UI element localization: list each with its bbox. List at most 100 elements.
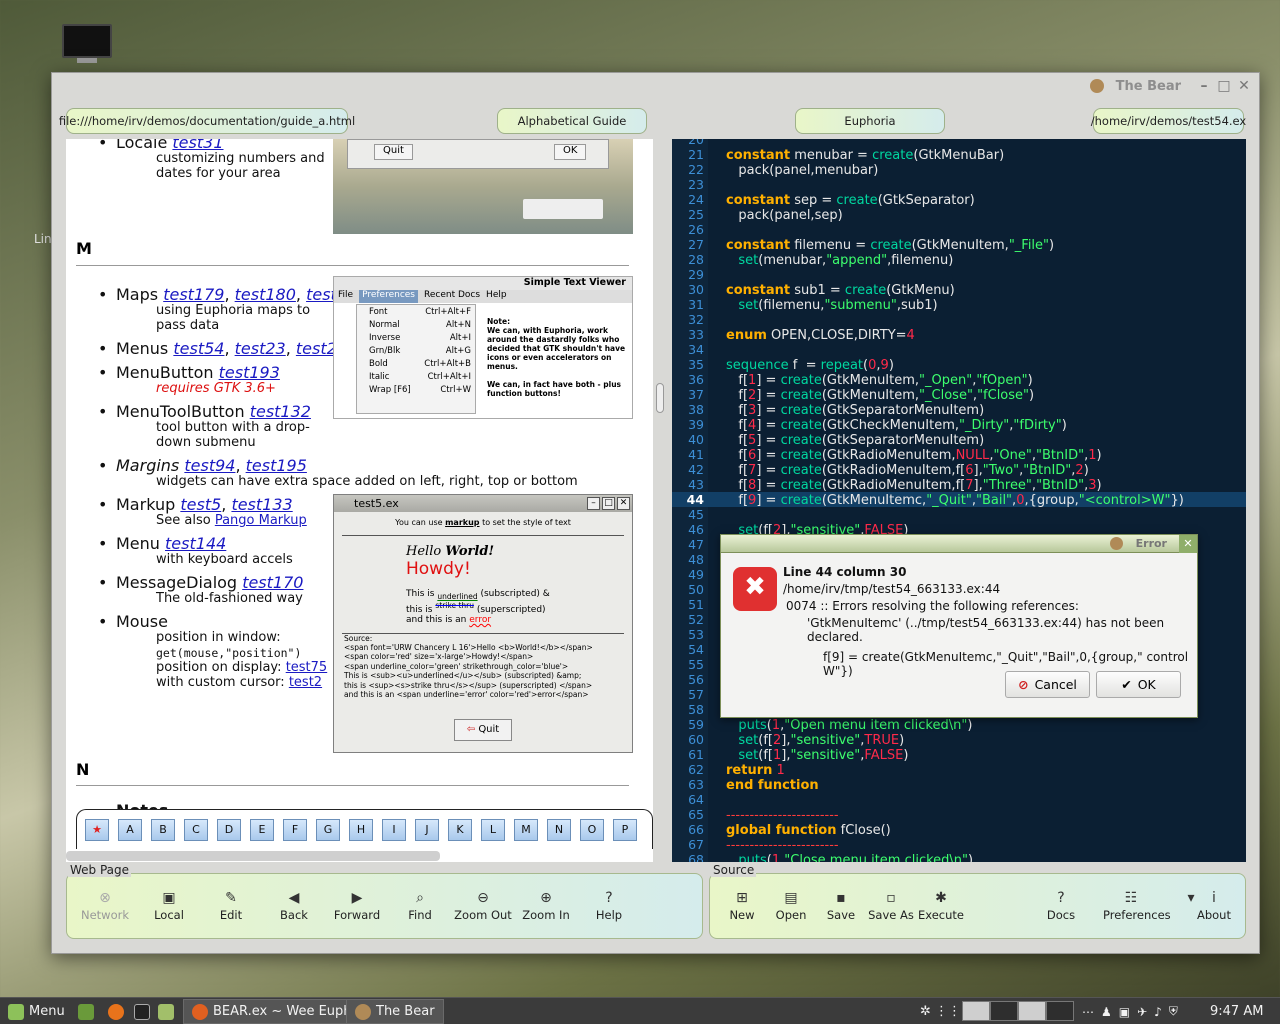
code-line[interactable]: 26 — [672, 222, 1246, 237]
link[interactable]: test144 — [165, 534, 226, 553]
taskbar-item-the-bear[interactable]: The Bear — [346, 999, 444, 1024]
title-bar[interactable]: The Bear – □ ✕ — [52, 73, 1259, 99]
horizontal-scrollbar[interactable] — [66, 851, 440, 861]
alpha-button-i[interactable]: I — [382, 818, 406, 841]
code-line[interactable]: 22 pack(panel,menubar) — [672, 162, 1246, 178]
code-line[interactable]: 36 f[1] = create(GtkMenuItem,"_Open","fO… — [672, 372, 1246, 388]
source-editor[interactable]: 20 21 constant menubar = create(GtkMenuBar… — [672, 139, 1246, 862]
alphabetical-guide-button[interactable]: Alphabetical Guide — [497, 108, 647, 134]
link[interactable]: test133 — [231, 495, 292, 514]
link[interactable]: test193 — [219, 363, 280, 382]
code-line[interactable]: 64 — [672, 792, 1246, 807]
code-line[interactable]: 45 — [672, 507, 1246, 522]
code-line[interactable]: 30 constant sub1 = create(GtkMenu) — [672, 282, 1246, 298]
link[interactable]: test5 — [180, 495, 221, 514]
alpha-button-j[interactable]: J — [415, 818, 439, 841]
link[interactable]: test54 — [173, 339, 224, 358]
code-line[interactable]: 27 constant filemenu = create(GtkMenuItem… — [672, 237, 1246, 253]
execute-button[interactable]: ✱ Execute — [913, 888, 969, 922]
alpha-button-p[interactable]: P — [613, 818, 637, 841]
star-icon[interactable]: ★ — [85, 818, 109, 841]
code-line[interactable]: 40 f[5] = create(GtkSeparatorMenuItem) — [672, 432, 1246, 448]
close-icon[interactable]: ✕ — [1179, 535, 1197, 553]
find-button[interactable]: ⌕ Find — [390, 888, 450, 922]
preferences-button[interactable]: ☷ Preferences — [1103, 888, 1171, 922]
alpha-button-d[interactable]: D — [217, 818, 241, 841]
error-dialog-titlebar[interactable]: Error ✕ — [721, 535, 1197, 553]
zoom-out-button[interactable]: ⊖ Zoom Out — [453, 888, 513, 922]
code-line[interactable]: 67 ------------------------ — [672, 837, 1246, 853]
code-line[interactable]: 59 puts(1,"Open menu item clicked\n") — [672, 717, 1246, 733]
back-button[interactable]: ◀ Back — [264, 888, 324, 922]
code-line[interactable]: 62 return 1 — [672, 762, 1246, 778]
new-button[interactable]: ⊞ New — [714, 888, 770, 922]
code-line[interactable]: 25 pack(panel,sep) — [672, 207, 1246, 223]
alpha-button-l[interactable]: L — [481, 818, 505, 841]
code-line[interactable]: 21 constant menubar = create(GtkMenuBar) — [672, 147, 1246, 163]
alpha-button-b[interactable]: B — [151, 818, 175, 841]
alpha-button-c[interactable]: C — [184, 818, 208, 841]
forward-button[interactable]: ▶ Forward — [327, 888, 387, 922]
code-line[interactable]: 60 set(f[2],"sensitive",TRUE) — [672, 732, 1246, 748]
docs-button[interactable]: ? Docs — [1033, 888, 1089, 922]
files-icon[interactable] — [158, 998, 174, 1024]
file-path-field[interactable]: /home/irv/demos/test54.ex — [1091, 108, 1246, 134]
link[interactable]: test75 — [286, 660, 328, 675]
edit-button[interactable]: ✎ Edit — [201, 888, 261, 922]
code-line[interactable]: 68 puts(1,"Close menu item clicked\n") — [672, 852, 1246, 862]
code-line[interactable]: 24 constant sep = create(GtkSeparator) — [672, 192, 1246, 208]
code-line[interactable]: 20 — [672, 139, 1246, 147]
code-line[interactable]: 38 f[3] = create(GtkSeparatorMenuItem) — [672, 402, 1246, 418]
cancel-button[interactable]: ⊘ Cancel — [1005, 671, 1090, 698]
alpha-button-m[interactable]: M — [514, 818, 538, 841]
workspace-4[interactable] — [1046, 1001, 1074, 1021]
show-desktop-icon[interactable] — [78, 998, 94, 1024]
link[interactable]: test195 — [246, 456, 307, 475]
code-line[interactable]: 31 set(filemenu,"submenu",sub1) — [672, 297, 1246, 313]
link[interactable]: test94 — [184, 456, 235, 475]
code-line[interactable]: 28 set(menubar,"append",filemenu) — [672, 252, 1246, 268]
code-line[interactable]: 41 f[6] = create(GtkRadioMenuItem,NULL,"… — [672, 447, 1246, 463]
url-field[interactable]: file:///home/irv/demos/documentation/gui… — [59, 108, 355, 134]
ok-button[interactable]: ✔ OK — [1096, 671, 1181, 698]
code-line[interactable]: 34 — [672, 342, 1246, 357]
about-button[interactable]: i About — [1186, 888, 1242, 922]
save-as-button[interactable]: ▫ Save As — [863, 888, 919, 922]
alpha-button-n[interactable]: N — [547, 818, 571, 841]
desktop-computer-icon[interactable] — [62, 24, 112, 64]
workspace-2[interactable] — [990, 1001, 1018, 1021]
code-line[interactable]: 42 f[7] = create(GtkRadioMenuItem,f[6],"… — [672, 462, 1246, 478]
link[interactable]: test23 — [235, 339, 286, 358]
maximize-icon[interactable]: □ — [1217, 79, 1231, 93]
tray-icons[interactable]: ⋯ ♟ ▣ ✈ ♪ ⛨ — [1082, 998, 1178, 1024]
code-line[interactable]: 23 — [672, 177, 1246, 192]
help-button[interactable]: ? Help — [579, 888, 639, 922]
alpha-button-h[interactable]: H — [349, 818, 373, 841]
code-line[interactable]: 66 global function fClose() — [672, 822, 1246, 838]
minimize-icon[interactable]: – — [1197, 79, 1211, 93]
web-page-view[interactable]: • Locale test31 customizing numbers and d… — [66, 139, 653, 862]
code-line[interactable]: 33 enum OPEN,CLOSE,DIRTY=4 — [672, 327, 1246, 343]
code-line[interactable]: 43 f[8] = create(GtkRadioMenuItem,f[7],"… — [672, 477, 1246, 493]
local-button[interactable]: ▣ Local — [139, 888, 199, 922]
menu-button[interactable]: Menu — [8, 998, 65, 1024]
link[interactable]: test2 — [289, 675, 322, 690]
alpha-button-e[interactable]: E — [250, 818, 274, 841]
code-line[interactable]: 65 ------------------------ — [672, 807, 1246, 823]
link[interactable]: test179 — [163, 285, 224, 304]
code-line[interactable]: 63 end function — [672, 777, 1246, 793]
network-button[interactable]: ⊗ Network — [75, 888, 135, 922]
open-button[interactable]: ▤ Open — [763, 888, 819, 922]
code-line[interactable]: 44 f[9] = create(GtkMenuItemc,"_Quit","B… — [672, 492, 1246, 508]
alpha-button-f[interactable]: F — [283, 818, 307, 841]
zoom-in-button[interactable]: ⊕ Zoom In — [516, 888, 576, 922]
alpha-button-g[interactable]: G — [316, 818, 340, 841]
save-button[interactable]: ▪ Save — [813, 888, 869, 922]
pane-splitter-handle[interactable] — [656, 383, 664, 413]
code-line[interactable]: 37 f[2] = create(GtkMenuItem,"_Close","f… — [672, 387, 1246, 403]
link[interactable]: test132 — [250, 402, 311, 421]
taskbar-item-bear-ex[interactable]: BEAR.ex ~ Wee Euph... — [183, 999, 373, 1024]
terminal-icon[interactable] — [134, 998, 150, 1024]
workspace-3[interactable] — [1018, 1001, 1046, 1021]
alpha-button-k[interactable]: K — [448, 818, 472, 841]
